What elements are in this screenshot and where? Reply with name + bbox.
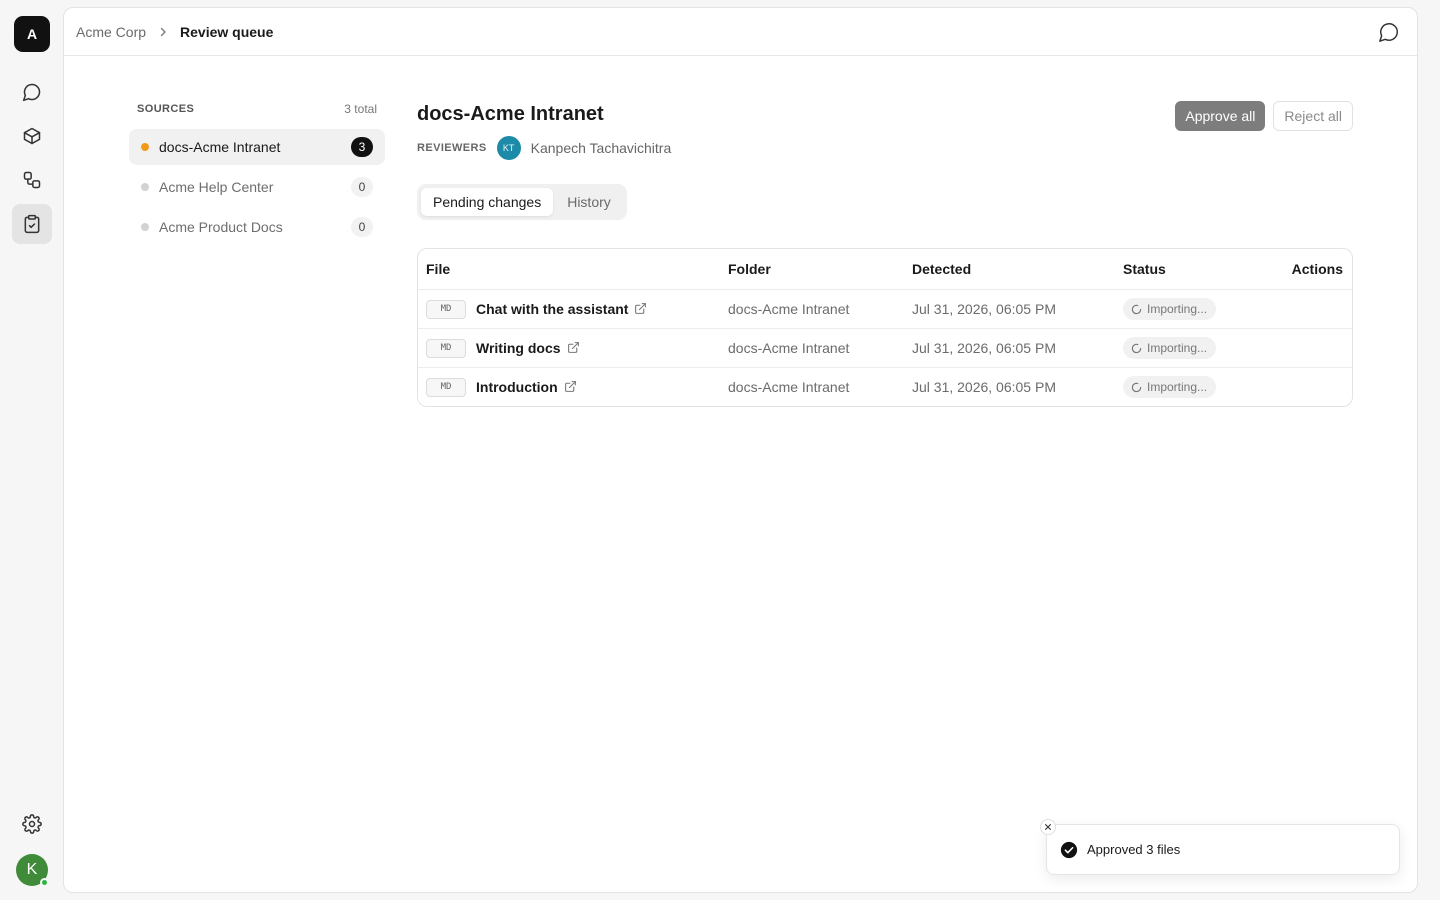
sources-panel: SOURCES 3 total docs-Acme Intranet 3 Acm… [129, 100, 385, 245]
rail-packages-button[interactable] [12, 116, 52, 156]
main-panel: Acme Corp Review queue SOURCES 3 total d… [63, 7, 1418, 893]
source-detail: docs-Acme Intranet REVIEWERS KT Kanpech … [417, 100, 1353, 407]
status-cell: Importing... [1117, 376, 1281, 398]
reviewer-avatar: KT [496, 136, 521, 160]
external-link-icon[interactable] [564, 380, 578, 394]
detected-cell: Jul 31, 2026, 06:05 PM [912, 340, 1056, 356]
rail-review-button[interactable] [12, 204, 52, 244]
table-row: MD Chat with the assistant docs-Acme Int… [418, 289, 1352, 328]
left-rail: A K [0, 0, 64, 900]
file-cell: MD Writing docs [418, 338, 720, 358]
source-count-badge: 0 [351, 217, 373, 237]
status-cell: Importing... [1117, 337, 1281, 359]
status-badge: Importing... [1123, 337, 1217, 359]
source-count-badge: 3 [351, 137, 373, 157]
sources-title: SOURCES [137, 103, 195, 115]
reviewers-label: REVIEWERS [417, 142, 487, 154]
detected-cell: Jul 31, 2026, 06:05 PM [912, 301, 1056, 317]
tab-switcher: Pending changes History [417, 184, 627, 220]
source-status-dot [141, 143, 149, 151]
sources-total: 3 total [344, 102, 377, 116]
source-label: docs-Acme Intranet [159, 139, 281, 155]
source-status-dot [141, 223, 149, 231]
source-item[interactable]: Acme Help Center 0 [129, 169, 385, 205]
column-header-file: File [426, 261, 451, 277]
close-icon [1045, 824, 1051, 830]
tab-history[interactable]: History [555, 188, 623, 216]
external-link-icon[interactable] [567, 341, 581, 355]
clipboard-check-icon [22, 214, 42, 234]
gear-icon [22, 814, 42, 834]
reviewer-name: Kanpech Tachavichitra [530, 140, 672, 156]
toast-message: Approved 3 files [1087, 842, 1181, 857]
source-count-badge: 0 [351, 177, 373, 197]
file-cell: MD Introduction [418, 377, 720, 397]
check-circle-icon [1060, 841, 1078, 859]
changes-table: File Folder Detected Status Actions MD C… [417, 248, 1353, 407]
external-link-icon[interactable] [634, 302, 648, 316]
status-badge: Importing... [1123, 376, 1217, 398]
settings-button[interactable] [12, 804, 52, 844]
file-cell: MD Chat with the assistant [418, 299, 720, 319]
online-status-dot [40, 878, 49, 887]
rail-chat-button[interactable] [12, 72, 52, 112]
folder-cell: docs-Acme Intranet [728, 340, 850, 356]
reviewers-row: REVIEWERS KT Kanpech Tachavichitra [417, 136, 1353, 160]
user-initial: K [26, 861, 38, 878]
assistant-chat-button[interactable] [1377, 20, 1401, 44]
column-header-detected: Detected [912, 261, 972, 277]
user-avatar[interactable]: K [16, 854, 49, 887]
source-item[interactable]: Acme Product Docs 0 [129, 209, 385, 245]
source-label: Acme Help Center [159, 179, 274, 195]
status-text: Importing... [1147, 302, 1208, 316]
chat-icon [22, 82, 42, 102]
breadcrumb-org[interactable]: Acme Corp [76, 24, 146, 40]
folder-cell: docs-Acme Intranet [728, 301, 850, 317]
rail-workflow-button[interactable] [12, 160, 52, 200]
tab-pending-changes[interactable]: Pending changes [421, 188, 554, 216]
sources-header: SOURCES 3 total [129, 100, 385, 118]
file-name-link[interactable]: Introduction [476, 379, 558, 395]
file-type-badge: MD [426, 377, 466, 397]
source-label: Acme Product Docs [159, 219, 283, 235]
reject-all-button[interactable]: Reject all [1273, 101, 1353, 131]
chevron-right-icon [158, 27, 168, 37]
spinner-icon [1131, 304, 1142, 314]
toast-close-button[interactable] [1040, 819, 1056, 835]
toast-notification: Approved 3 files [1040, 819, 1400, 875]
column-header-actions: Actions [1291, 261, 1343, 277]
status-text: Importing... [1147, 380, 1208, 394]
source-item[interactable]: docs-Acme Intranet 3 [129, 129, 385, 165]
workspace-logo[interactable]: A [14, 16, 50, 52]
breadcrumb-current: Review queue [180, 23, 274, 40]
workflow-icon [22, 170, 42, 190]
table-row: MD Writing docs docs-Acme Intranet Jul 3… [418, 328, 1352, 367]
package-icon [22, 126, 42, 146]
column-header-status: Status [1123, 261, 1166, 277]
folder-cell: docs-Acme Intranet [728, 379, 850, 395]
status-cell: Importing... [1117, 298, 1281, 320]
detected-cell: Jul 31, 2026, 06:05 PM [912, 379, 1056, 395]
spinner-icon [1131, 382, 1142, 392]
rail-bottom: K [12, 804, 52, 887]
sources-list: docs-Acme Intranet 3 Acme Help Center 0 … [129, 129, 385, 245]
table-header-row: File Folder Detected Status Actions [418, 249, 1352, 289]
message-circle-icon [1378, 21, 1400, 43]
approve-all-button[interactable]: Approve all [1175, 101, 1266, 131]
top-bar: Acme Corp Review queue [64, 8, 1417, 56]
spinner-icon [1131, 343, 1142, 353]
file-type-badge: MD [426, 299, 466, 319]
table-row: MD Introduction docs-Acme Intranet Jul 3… [418, 367, 1352, 406]
column-header-folder: Folder [728, 261, 771, 277]
file-name-link[interactable]: Chat with the assistant [476, 301, 628, 317]
source-status-dot [141, 183, 149, 191]
file-name-link[interactable]: Writing docs [476, 340, 561, 356]
status-text: Importing... [1147, 341, 1208, 355]
status-badge: Importing... [1123, 298, 1217, 320]
rail-nav [12, 72, 52, 244]
file-type-badge: MD [426, 338, 466, 358]
bulk-actions: Approve all Reject all [1175, 101, 1353, 131]
